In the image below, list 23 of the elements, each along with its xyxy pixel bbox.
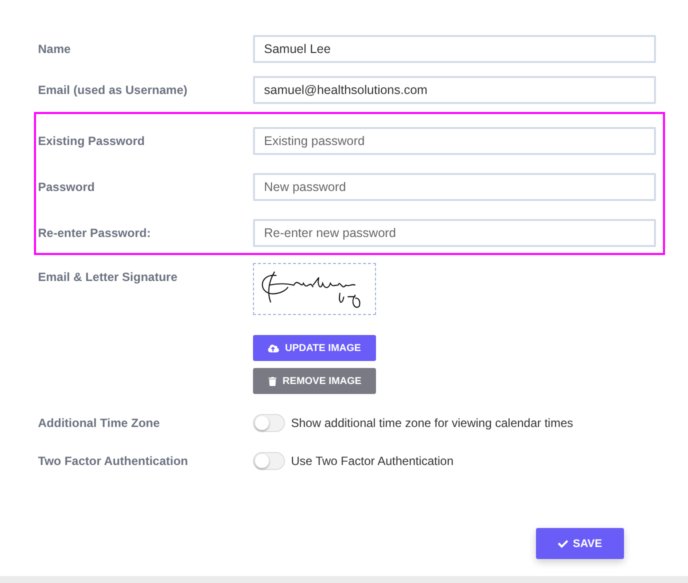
field-label: Additional Time Zone (38, 416, 161, 430)
cloud-upload-icon (268, 342, 280, 354)
update-image-button[interactable]: UPDATE IMAGE (253, 335, 376, 361)
field-label: Password (38, 180, 96, 194)
input-field[interactable]: samuel@healthsolutions.com (253, 76, 656, 104)
toggle-switch[interactable] (253, 452, 285, 470)
field-label: Email & Letter Signature (38, 269, 178, 284)
save-button[interactable]: SAVE (536, 528, 624, 559)
field-label: Two Factor Authentication (38, 454, 189, 468)
field-label: Name (38, 42, 72, 56)
input-field[interactable]: Re-enter new password (253, 219, 656, 247)
trash-icon (268, 376, 277, 386)
check-icon (558, 538, 568, 548)
field-label: Email (used as Username) (38, 83, 188, 97)
input-field[interactable]: New password (253, 173, 656, 201)
toggle-label: Show additional time zone for viewing calendar times (291, 416, 574, 430)
remove-image-button[interactable]: REMOVE IMAGE (253, 368, 376, 394)
toggle-label: Use Two Factor Authentication (291, 454, 454, 468)
input-field[interactable]: Samuel Lee (253, 35, 656, 63)
field-label: Re-enter Password: (38, 226, 152, 240)
toggle-switch[interactable] (253, 414, 285, 432)
input-field[interactable]: Existing password (253, 127, 656, 155)
field-label: Existing Password (38, 134, 146, 148)
